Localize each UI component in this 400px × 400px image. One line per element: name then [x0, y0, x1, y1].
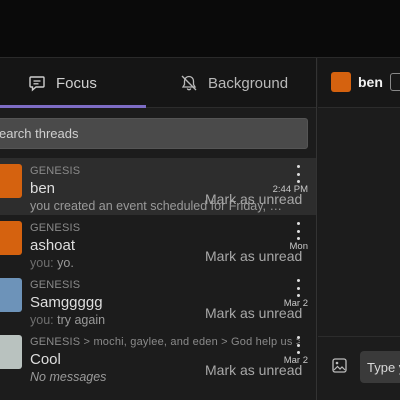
chat-header: ben — [318, 58, 400, 108]
thread-preview: you: try again — [30, 313, 105, 327]
message-input[interactable]: Type y — [360, 351, 400, 383]
image-upload-icon[interactable] — [332, 358, 347, 378]
thread-item-samggggg[interactable]: GENESIS Samggggg you: try again Mar 2 Ma… — [0, 272, 316, 329]
active-tab-indicator — [0, 105, 146, 108]
thread-name: ben — [30, 180, 56, 197]
mark-as-unread-button[interactable]: Mark as unread — [205, 305, 302, 321]
search-input[interactable] — [0, 119, 307, 148]
tab-focus-label: Focus — [56, 74, 97, 92]
chat-avatar — [331, 72, 351, 92]
thread-menu-icon[interactable] — [293, 165, 303, 183]
thread-community: GENESIS — [30, 222, 81, 234]
thread-preview-prefix: you: — [30, 313, 54, 327]
thread-item-ashoat[interactable]: GENESIS ashoat you: yo. Mon Mark as unre… — [0, 215, 316, 272]
mark-as-unread-button[interactable]: Mark as unread — [205, 248, 302, 264]
edit-icon[interactable] — [390, 73, 400, 91]
thread-avatar — [0, 278, 22, 312]
thread-preview: you: yo. — [30, 256, 74, 270]
thread-avatar — [0, 335, 22, 369]
mark-as-unread-button[interactable]: Mark as unread — [205, 362, 302, 378]
thread-list-panel: Focus Background GENESIS ben you created… — [0, 58, 317, 400]
message-composer: Type y — [318, 336, 400, 400]
thread-name: Cool — [30, 351, 61, 368]
thread-avatar — [0, 221, 22, 255]
tab-background[interactable]: Background — [180, 58, 288, 108]
thread-menu-icon[interactable] — [293, 279, 303, 297]
thread-menu-icon[interactable] — [293, 222, 303, 240]
thread-menu-icon[interactable] — [293, 336, 303, 354]
thread-item-ben[interactable]: GENESIS ben you created an event schedul… — [0, 158, 316, 215]
chat-title: ben — [358, 74, 383, 90]
thread-avatar — [0, 164, 22, 198]
bell-off-icon — [180, 74, 198, 92]
thread-community: GENESIS — [30, 279, 81, 291]
thread-tabs: Focus Background — [0, 58, 316, 108]
thread-list: GENESIS ben you created an event schedul… — [0, 158, 316, 386]
chat-panel: ben Type y — [318, 58, 400, 400]
thread-item-cool[interactable]: GENESIS > mochi, gaylee, and eden > God … — [0, 329, 316, 386]
thread-name: ashoat — [30, 237, 76, 254]
tab-background-label: Background — [208, 74, 289, 92]
mark-as-unread-button[interactable]: Mark as unread — [205, 191, 302, 207]
chat-bubble-icon — [28, 74, 46, 92]
thread-community: GENESIS — [30, 165, 81, 177]
thread-preview-text: try again — [57, 313, 106, 327]
thread-name: Samggggg — [30, 294, 103, 311]
thread-community-breadcrumb: GENESIS > mochi, gaylee, and eden > God … — [30, 336, 300, 348]
top-bar — [0, 0, 400, 58]
tab-focus[interactable]: Focus — [28, 58, 97, 108]
thread-preview-prefix: you: — [30, 256, 54, 270]
thread-preview-text: yo. — [57, 256, 74, 270]
thread-preview: No messages — [30, 370, 107, 384]
app-window: Focus Background GENESIS ben you created… — [0, 0, 400, 400]
search-box — [0, 118, 308, 149]
